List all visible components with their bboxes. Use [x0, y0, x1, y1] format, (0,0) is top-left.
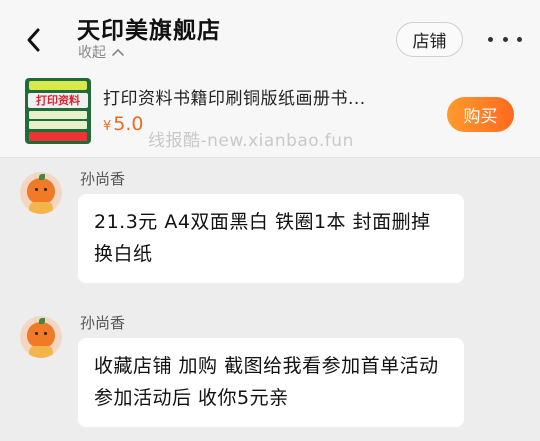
thumb-footer — [29, 132, 87, 141]
buy-button[interactable]: 购买 — [447, 97, 514, 132]
message-bubble[interactable]: 收藏店铺 加购 截图给我看参加首单活动 参加活动后 收你5元亲 — [78, 338, 464, 427]
more-dot-icon — [517, 36, 522, 42]
avatar[interactable] — [20, 316, 62, 358]
shop-title: 天印美旗舰店 — [77, 18, 221, 44]
chevron-left-icon — [27, 28, 40, 52]
back-button[interactable] — [18, 24, 50, 56]
avatar-leaf — [39, 318, 45, 324]
avatar-leaf — [39, 174, 45, 180]
product-thumbnail[interactable]: 打印资料 — [25, 78, 91, 144]
avatar-eye — [44, 188, 47, 191]
message-bubble[interactable]: 21.3元 A4双面黑白 铁圈1本 封面删掉换白纸 — [78, 194, 464, 283]
message-sender: 孙尚香 — [80, 170, 126, 188]
chat-header: 天印美旗舰店 收起 店铺 打印资料 打印资料书籍印刷铜版纸画册书... ¥ 5.… — [0, 0, 540, 158]
more-options-button[interactable] — [488, 26, 522, 52]
price-value: 5.0 — [113, 113, 144, 135]
more-dot-icon — [488, 36, 493, 42]
chevron-up-icon — [112, 48, 124, 56]
thumb-label: 打印资料 — [28, 93, 88, 108]
thumb-row — [29, 121, 87, 129]
thumb-banner — [29, 81, 87, 90]
store-button[interactable]: 店铺 — [396, 22, 463, 57]
product-title[interactable]: 打印资料书籍印刷铜版纸画册书... — [103, 84, 366, 109]
message-sender: 孙尚香 — [80, 314, 126, 332]
avatar-body — [29, 202, 53, 214]
avatar-eye — [35, 332, 38, 335]
collapse-toggle[interactable]: 收起 — [78, 42, 124, 62]
avatar-eye — [44, 332, 47, 335]
watermark: 线报酷-new.xianbao.fun — [148, 131, 354, 151]
more-dot-icon — [502, 36, 508, 42]
avatar-body — [29, 346, 53, 358]
price-currency: ¥ — [103, 119, 112, 134]
product-price: ¥ 5.0 — [103, 113, 144, 135]
avatar-head — [27, 178, 55, 204]
thumb-row — [29, 111, 87, 119]
collapse-label: 收起 — [78, 45, 106, 61]
avatar-head — [27, 322, 55, 348]
avatar[interactable] — [20, 172, 62, 214]
avatar-eye — [35, 188, 38, 191]
